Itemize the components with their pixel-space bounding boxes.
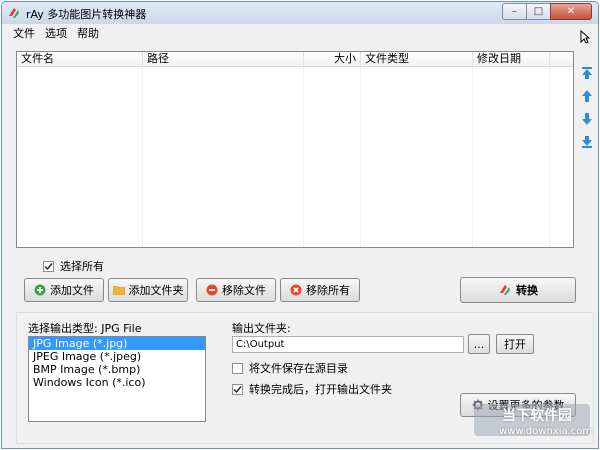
output-type-option-jpg[interactable]: JPG Image (*.jpg) <box>29 337 205 350</box>
close-button[interactable]: ✕ <box>550 3 592 20</box>
file-list-header: 文件名 路径 大小 文件类型 修改日期 <box>17 52 573 67</box>
open-after-label: 转换完成后，打开输出文件夹 <box>249 383 392 396</box>
column-divider <box>142 67 143 247</box>
remove-all-label: 移除所有 <box>306 284 350 297</box>
open-after-row[interactable]: 转换完成后，打开输出文件夹 <box>232 381 392 397</box>
add-file-label: 添加文件 <box>50 284 94 297</box>
column-header-modified[interactable]: 修改日期 <box>473 52 550 67</box>
output-type-option-jpeg[interactable]: JPEG Image (*.jpeg) <box>29 350 205 363</box>
select-all-checkbox-row[interactable]: 选择所有 <box>43 258 104 274</box>
select-all-label: 选择所有 <box>60 260 104 273</box>
remove-all-icon <box>290 284 302 296</box>
select-all-checkbox[interactable] <box>43 260 54 272</box>
remove-file-button[interactable]: 移除文件 <box>196 278 276 302</box>
menu-help[interactable]: 帮助 <box>72 24 104 43</box>
minimize-button[interactable]: – <box>502 3 527 20</box>
output-folder-label: 输出文件夹: <box>232 322 291 335</box>
move-up-icon[interactable] <box>580 89 594 103</box>
column-header-path[interactable]: 路径 <box>143 52 304 67</box>
output-folder-input[interactable]: C:\Output <box>232 336 464 353</box>
move-to-top-icon[interactable] <box>580 66 594 80</box>
app-logo-icon <box>9 8 19 18</box>
file-list[interactable]: 文件名 路径 大小 文件类型 修改日期 <box>16 51 574 248</box>
output-type-option-bmp[interactable]: BMP Image (*.bmp) <box>29 363 205 376</box>
menu-file[interactable]: 文件 <box>8 24 40 43</box>
maximize-button[interactable]: □ <box>526 3 551 20</box>
minus-icon <box>206 284 218 296</box>
convert-label: 转换 <box>516 284 538 297</box>
column-header-filler <box>550 52 573 67</box>
folder-icon <box>112 286 125 295</box>
remove-all-button[interactable]: 移除所有 <box>280 278 360 302</box>
add-icon <box>34 284 46 296</box>
window-title: rAy 多功能图片转换神器 <box>26 8 147 21</box>
convert-button[interactable]: 转换 <box>460 277 576 303</box>
file-list-body[interactable] <box>17 67 573 247</box>
convert-icon <box>500 285 510 295</box>
add-file-button[interactable]: 添加文件 <box>24 278 104 302</box>
output-type-list[interactable]: JPG Image (*.jpg) JPEG Image (*.jpeg) BM… <box>28 336 206 422</box>
title-bar[interactable]: rAy 多功能图片转换神器 – □ ✕ <box>2 2 598 24</box>
open-folder-button[interactable]: 打开 <box>496 334 534 354</box>
watermark-text: 当下软件园 <box>502 408 572 424</box>
column-header-filename[interactable]: 文件名 <box>17 52 143 67</box>
open-after-checkbox[interactable] <box>232 383 243 395</box>
column-divider <box>549 67 550 247</box>
menu-options[interactable]: 选项 <box>40 24 72 43</box>
window-controls: – □ ✕ <box>502 3 592 21</box>
add-folder-button[interactable]: 添加文件夹 <box>108 278 188 302</box>
add-folder-label: 添加文件夹 <box>128 284 184 297</box>
column-header-size[interactable]: 大小 <box>304 52 361 67</box>
output-type-option-ico[interactable]: Windows Icon (*.ico) <box>29 376 205 389</box>
save-in-source-row[interactable]: 将文件保存在源目录 <box>232 360 348 376</box>
checkmark-icon <box>233 385 242 393</box>
save-in-source-label: 将文件保存在源目录 <box>249 362 348 375</box>
column-header-filetype[interactable]: 文件类型 <box>361 52 473 67</box>
menu-bar: 文件 选项 帮助 <box>2 24 598 43</box>
mouse-cursor-icon <box>580 30 590 44</box>
move-down-icon[interactable] <box>580 112 594 126</box>
save-in-source-checkbox[interactable] <box>232 362 243 374</box>
column-divider <box>303 67 304 247</box>
reorder-controls <box>580 66 594 158</box>
output-type-label: 选择输出类型: JPG File <box>28 322 142 335</box>
remove-file-label: 移除文件 <box>222 284 266 297</box>
watermark-url: www.downxia.com <box>499 426 593 437</box>
move-to-bottom-icon[interactable] <box>580 135 594 149</box>
checkmark-icon <box>44 262 53 270</box>
column-divider <box>472 67 473 247</box>
app-window: rAy 多功能图片转换神器 – □ ✕ 文件 选项 帮助 文件名 路径 大小 文… <box>1 1 599 449</box>
column-divider <box>360 67 361 247</box>
browse-folder-button[interactable]: ... <box>468 334 490 354</box>
